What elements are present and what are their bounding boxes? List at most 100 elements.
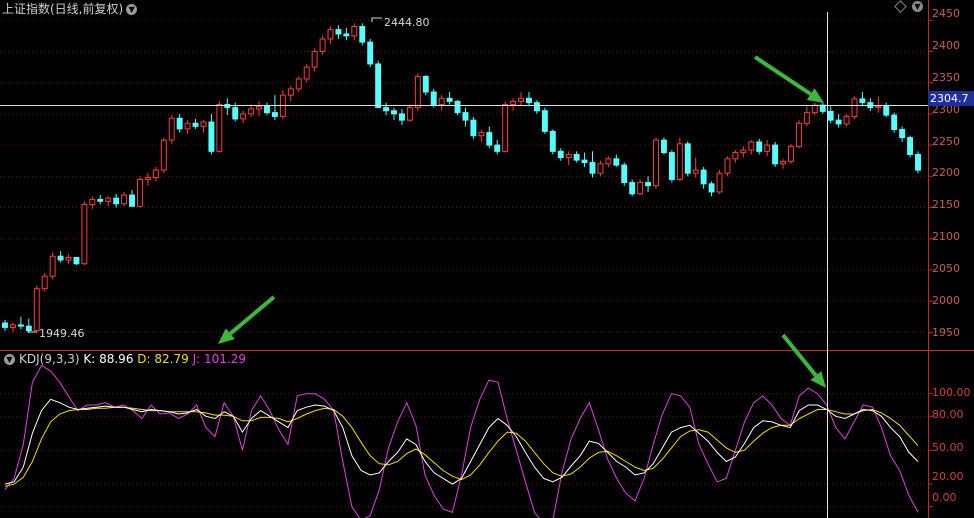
candle-down	[391, 110, 397, 115]
candle-up	[9, 324, 16, 328]
candle-up	[240, 113, 247, 120]
candle-up	[152, 169, 159, 179]
chart-canvas[interactable]	[0, 0, 974, 518]
kdj-tick: 80.00	[932, 408, 964, 421]
candle-down	[899, 128, 906, 139]
candle-down	[430, 91, 437, 106]
price-tick: 2050	[932, 262, 960, 275]
candle-down	[57, 255, 64, 261]
candle-down	[232, 107, 239, 120]
candle-down	[208, 121, 215, 152]
candle-up	[843, 115, 850, 125]
arrow-shaft	[781, 333, 818, 377]
candle-down	[573, 153, 580, 161]
candle-up	[740, 149, 747, 154]
candle-down	[668, 152, 675, 180]
candle-down	[176, 117, 183, 130]
candle-down	[2, 322, 8, 328]
candle-down	[271, 112, 278, 117]
candle-up	[565, 153, 572, 159]
candle-down	[835, 119, 842, 125]
candle-up	[33, 288, 40, 332]
price-tick: 2350	[932, 71, 960, 84]
candle-up	[510, 100, 517, 106]
candle-up	[303, 66, 310, 80]
candle-up	[875, 105, 882, 109]
price-panel-header: 上证指数(日线,前复权) ▼	[2, 0, 138, 17]
candle-down	[375, 63, 382, 109]
candle-up	[764, 144, 771, 152]
candle-up	[144, 177, 151, 180]
candle-down	[454, 100, 461, 114]
candle-up	[287, 88, 294, 96]
candle-down	[470, 119, 477, 137]
candle-up	[732, 152, 739, 160]
candle-up	[168, 117, 175, 141]
kdj-tick: 0.00	[932, 491, 957, 504]
price-tick: 2000	[932, 294, 960, 307]
candle-down	[772, 144, 779, 165]
candle-down	[629, 182, 636, 195]
candle-down	[73, 256, 80, 265]
candle-down	[915, 153, 921, 171]
low-price-annotation: 1949.46	[39, 327, 85, 340]
candle-up	[351, 25, 358, 37]
chevron-down-icon[interactable]: ▼	[912, 1, 923, 12]
candle-up	[121, 194, 128, 205]
kdj-lines	[4, 364, 919, 518]
candle-up	[502, 104, 509, 152]
k-value: K: 88.96	[83, 352, 134, 366]
arrow-shaft	[228, 295, 276, 336]
candle-up	[256, 105, 263, 110]
candle-up	[788, 145, 794, 162]
candle-up	[49, 255, 56, 277]
chevron-down-icon[interactable]: ▼	[4, 354, 15, 365]
candle-down	[660, 139, 667, 154]
candle-up	[295, 78, 302, 90]
candle-down	[891, 114, 898, 130]
candle-down	[907, 137, 914, 155]
candle-up	[811, 104, 818, 114]
candle-up	[851, 98, 858, 117]
chevron-down-icon[interactable]: ▼	[126, 4, 138, 15]
candle-up	[105, 197, 112, 202]
index-title: 上证指数(日线,前复权)	[2, 2, 124, 16]
candle-up	[406, 107, 413, 121]
candle-down	[25, 325, 32, 332]
candle-up	[653, 139, 659, 187]
candle-up	[327, 29, 334, 40]
candle-down	[827, 110, 834, 121]
candle-down	[621, 164, 628, 184]
candle-down	[756, 141, 763, 152]
candle-down	[819, 104, 826, 112]
candle-down	[17, 324, 24, 327]
k-line	[4, 398, 919, 485]
candle-up	[724, 158, 731, 174]
candle-up	[81, 203, 88, 265]
price-tick: 1950	[932, 326, 960, 339]
candle-up	[200, 121, 207, 127]
j-value: J: 101.29	[192, 352, 246, 366]
candle-up	[692, 169, 699, 174]
candle-up	[311, 50, 318, 68]
candle-down	[859, 98, 866, 104]
candle-up	[676, 143, 683, 180]
candle-down	[645, 182, 652, 187]
kdj-tick: 50.00	[932, 441, 964, 454]
candle-down	[549, 130, 556, 152]
candle-up	[216, 104, 223, 152]
candle-down	[557, 150, 564, 159]
kdj-indicator-name: KDJ(9,3,3)	[19, 352, 80, 366]
candle-down	[113, 197, 120, 205]
price-tick: 2250	[932, 135, 960, 148]
candle-up	[637, 182, 644, 195]
candle-up	[319, 38, 326, 52]
high-price-annotation: 2444.80	[384, 16, 430, 29]
candle-up	[65, 256, 72, 261]
price-tick: 2200	[932, 166, 960, 179]
candle-down	[533, 102, 540, 112]
candle-up	[137, 178, 143, 207]
candle-up	[518, 97, 525, 102]
candlesticks	[2, 23, 921, 334]
kdj-tick: 20.00	[932, 470, 964, 483]
